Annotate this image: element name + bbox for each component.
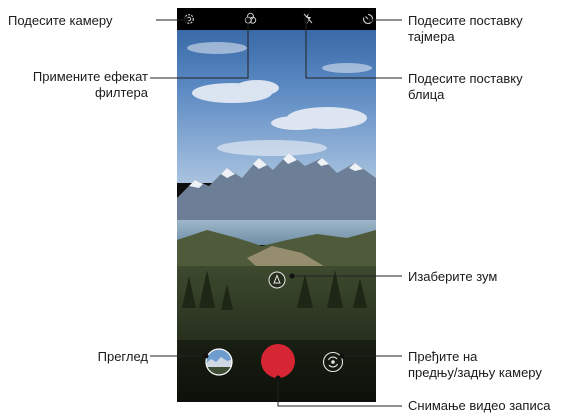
gear-icon[interactable] bbox=[183, 13, 195, 25]
callout-timer-line2: тајмера bbox=[408, 29, 455, 44]
zoom-icon[interactable] bbox=[268, 271, 286, 289]
callout-zoom: Изаберите зум bbox=[408, 269, 498, 284]
timer-icon[interactable] bbox=[362, 13, 374, 25]
camera-top-bar bbox=[177, 8, 376, 30]
phone-screen bbox=[177, 8, 376, 402]
callout-flash-line2: блица bbox=[408, 87, 445, 102]
callout-switch-line2: предњу/задњу камеру bbox=[408, 365, 542, 380]
record-button[interactable] bbox=[260, 343, 296, 379]
switch-camera-icon[interactable] bbox=[322, 351, 344, 373]
callout-flash-line1: Подесите поставку bbox=[408, 71, 523, 86]
gallery-thumbnail[interactable] bbox=[205, 348, 233, 376]
callout-preview: Преглед bbox=[97, 349, 148, 364]
callout-apply-filter-line1: Примените ефекат bbox=[32, 69, 148, 84]
callout-record: Снимање видео записа bbox=[408, 398, 551, 413]
filter-icon[interactable] bbox=[244, 12, 257, 25]
flash-off-icon[interactable] bbox=[302, 12, 314, 25]
callout-apply-filter-line2: филтера bbox=[94, 85, 148, 100]
callout-timer-line1: Подесите поставку bbox=[408, 13, 523, 28]
callout-adjust-camera: Подесите камеру bbox=[8, 13, 113, 28]
callout-switch-line1: Пређите на bbox=[408, 349, 478, 364]
